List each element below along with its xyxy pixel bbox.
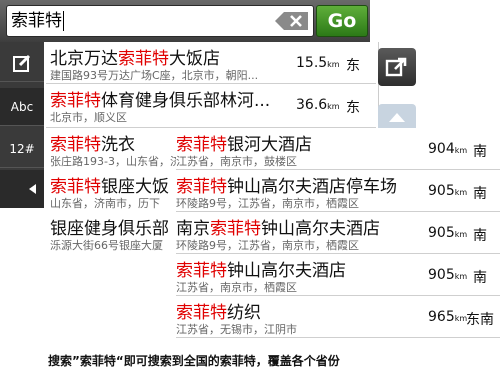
result-address: 张庄路193-3，山东省，济南市: [50, 155, 176, 168]
list-item[interactable]: 索菲特纺织 江苏省，无锡市，江阴市 965km 东南: [176, 296, 500, 338]
result-name: 索菲特钟山高尔夫酒店停车场: [176, 177, 397, 197]
result-name: 银座健身俱乐部: [50, 219, 169, 239]
result-address: 江苏省，南京市，鼓楼区: [176, 155, 297, 168]
result-distance: 36.6km: [296, 97, 340, 113]
result-name: 索菲特银河大酒店: [176, 135, 312, 155]
list-item[interactable]: 银座健身俱乐部 泺源大街66号银座大厦: [46, 212, 176, 254]
result-direction: 东: [346, 58, 360, 74]
result-distance: 904km: [428, 141, 468, 157]
result-address: 北京市，顺义区: [50, 111, 127, 124]
list-item[interactable]: 南京索菲特钟山高尔夫酒店 环陵路9号，江苏省，南京市，栖霞区 905km 南: [176, 212, 500, 254]
result-direction: 南: [473, 186, 487, 202]
caption: 搜索”索菲特“即可搜索到全国的索菲特，覆盖各个省份: [0, 340, 500, 374]
clear-search-icon[interactable]: [274, 11, 310, 31]
share-icon: [385, 57, 407, 77]
up-arrow-icon: [389, 113, 405, 122]
result-name: 索菲特钟山高尔夫酒店: [176, 261, 346, 281]
list-item[interactable]: 索菲特钟山高尔夫酒店停车场 环陵路9号，江苏省，南京市，栖霞区 905km 南: [176, 170, 500, 212]
result-direction: 南: [473, 144, 487, 160]
result-address: 江苏省，无锡市，江阴市: [176, 323, 297, 336]
result-address: 环陵路9号，江苏省，南京市，栖霞区: [176, 197, 359, 210]
result-address: 江苏省，南京市，栖霞区: [176, 281, 297, 294]
text-caret: [63, 11, 64, 31]
result-direction: 东南: [466, 312, 494, 328]
scroll-up-button[interactable]: [378, 104, 416, 128]
result-name: 北京万达索菲特大饭店: [50, 49, 220, 69]
list-item[interactable]: 北京万达索菲特大饭店 建国路93号万达广场C座，北京市，朝阳... 15.5km…: [46, 42, 376, 84]
edit-icon: [13, 54, 31, 72]
go-button[interactable]: Go: [316, 5, 368, 37]
result-name: 索菲特纺织: [176, 303, 261, 323]
result-name: 南京索菲特钟山高尔夫酒店: [176, 219, 380, 239]
result-address: 建国路93号万达广场C座，北京市，朝阳...: [50, 69, 259, 82]
result-distance: 905km: [428, 183, 468, 199]
search-input-text: 索菲特: [11, 11, 62, 31]
result-direction: 东: [346, 100, 360, 116]
abc-keyboard-button[interactable]: Abc: [0, 88, 44, 126]
number-keyboard-button[interactable]: 12#: [0, 130, 44, 168]
result-name: 索菲特洗衣: [50, 135, 135, 155]
share-button[interactable]: [378, 48, 416, 86]
result-name: 索菲特体育健身俱乐部林河...: [50, 91, 271, 111]
result-address: 环陵路9号，江苏省，南京市，栖霞区: [176, 239, 359, 252]
result-distance: 905km: [428, 267, 468, 283]
back-button[interactable]: [0, 170, 44, 208]
list-item[interactable]: 索菲特银河大酒店 江苏省，南京市，鼓楼区 904km 南: [176, 128, 500, 170]
result-direction: 南: [473, 270, 487, 286]
edit-button[interactable]: [0, 44, 44, 82]
result-address: 泺源大街66号银座大厦: [50, 239, 163, 252]
result-distance: 15.5km: [296, 55, 340, 71]
result-direction: 南: [473, 228, 487, 244]
sidebar: Abc 12#: [0, 42, 44, 208]
back-arrow-icon: [29, 184, 36, 194]
result-name: 索菲特银座大饭: [50, 177, 169, 197]
result-distance: 965km: [428, 309, 468, 325]
result-distance: 905km: [428, 225, 468, 241]
topbar-blank-area: [370, 0, 500, 42]
list-item[interactable]: 索菲特银座大饭 山东省，济南市，历下: [46, 170, 176, 212]
search-input[interactable]: 索菲特: [6, 5, 314, 37]
result-address: 山东省，济南市，历下: [50, 197, 160, 210]
list-item[interactable]: 索菲特洗衣 张庄路193-3，山东省，济南市: [46, 128, 176, 170]
list-item[interactable]: 索菲特体育健身俱乐部林河... 北京市，顺义区 36.6km 东: [46, 84, 376, 128]
list-item[interactable]: 索菲特钟山高尔夫酒店 江苏省，南京市，栖霞区 905km 南: [176, 254, 500, 296]
